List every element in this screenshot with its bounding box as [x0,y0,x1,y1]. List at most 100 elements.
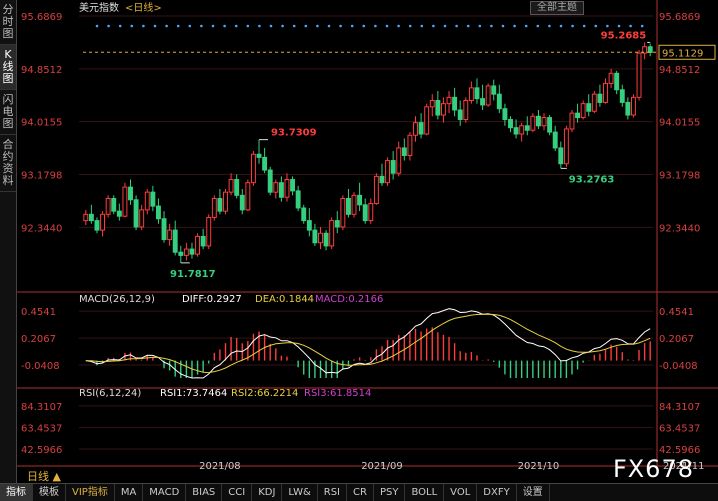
x-tick-label: 2021/09 [361,461,403,470]
signal-dot [455,24,458,28]
price-tick-left: 94.8512 [21,65,62,76]
signal-dot [582,24,586,28]
candle-body [318,232,323,244]
signal-dot [223,24,226,28]
signal-dot [258,24,261,28]
candle-body [228,179,234,193]
tab-kline[interactable]: K线图 [0,45,16,90]
signal-dot [420,24,424,28]
signal-dot [466,24,470,28]
tab-macd[interactable]: MACD [143,484,187,501]
signal-dot [548,24,551,28]
candle-body [357,194,363,206]
rsi3-label: RSI3:61.8514 [304,388,371,399]
signal-dot [559,24,563,28]
candle-body [563,128,569,165]
candle-body [83,213,89,222]
candle-body [463,100,469,120]
candle-body [519,125,525,135]
macd-label: MACD(26,12,9) [79,294,155,305]
period-button[interactable]: 日线 ▲ [17,470,61,483]
tab-indicators[interactable]: 指标 [0,484,33,501]
tab-psy[interactable]: PSY [374,484,406,501]
macd-dea-label: DEA:0.1844 [255,294,314,305]
tab-kdj[interactable]: KDJ [252,484,283,501]
candle-body [245,182,251,211]
tab-bias[interactable]: BIAS [186,484,223,501]
candle-body [150,191,156,207]
candle-body [116,210,122,217]
candle-body [496,93,502,110]
theme-button[interactable]: 全部主题 [530,1,584,15]
candle-body [373,175,379,205]
candle-body [379,175,385,184]
tab-flash[interactable]: 闪电图 [0,90,16,135]
candle-body [178,251,184,256]
tab-vip-indicators[interactable]: VIP指标 [66,484,115,501]
tab-cr[interactable]: CR [347,484,374,501]
candle-body [558,147,564,165]
candle-body [474,87,480,100]
candle-body [284,179,290,198]
candle-body [530,115,536,131]
signal-dot [397,24,400,28]
price-tick-left: 92.3440 [21,223,62,234]
rsi2-label: RSI2:66.2214 [231,388,298,399]
tab-contract[interactable]: 合约资料 [0,135,16,192]
candle-body [446,96,452,105]
candle-body [569,112,575,130]
rsi-tick-right: 84.3107 [659,402,700,413]
watermark: FX678 [612,455,694,483]
macd-tick-right: 0.2067 [659,334,694,345]
signal-dot [374,24,377,28]
macd-value-label: MACD:0.2166 [315,294,383,305]
tab-settings[interactable]: 设置 [517,484,550,501]
candle-body [345,197,351,215]
tab-dxfy[interactable]: DXFY [477,484,517,501]
price-tick-right: 92.3440 [659,223,700,234]
signal-dot [188,24,192,28]
candle-body [133,199,139,228]
tab-lw[interactable]: LW& [282,484,318,501]
signal-dot [524,24,528,28]
tab-rsi[interactable]: RSI [318,484,348,501]
signal-dot [501,24,505,28]
candle-body [351,194,357,215]
candle-body [608,72,614,84]
candle-body [88,213,94,222]
price-tick-left: 93.1798 [21,170,62,181]
signal-dot [234,24,238,28]
period-label: <日线> [125,1,162,14]
price-tick-right: 93.1798 [659,170,700,181]
candle-body [625,101,631,116]
signal-dot [118,24,122,28]
candle-body [491,85,497,95]
candle-body [452,96,458,111]
candle-body [508,118,513,129]
candle-body [468,87,474,102]
signal-dot [571,24,574,28]
tab-ma[interactable]: MA [115,484,144,501]
candle-body [301,207,307,222]
candle-body [262,156,268,171]
tab-boll[interactable]: BOLL [405,484,445,501]
tab-vol[interactable]: VOL [444,484,478,501]
tab-template[interactable]: 模板 [33,484,66,501]
candle-body [407,134,413,157]
rsi-tick-left: 63.4537 [21,423,62,434]
tab-cci[interactable]: CCI [222,484,253,501]
signal-dot [432,24,435,28]
signal-dot [130,24,134,28]
macd-diff-line [85,308,651,379]
candle-body [597,93,603,103]
candle-body [480,98,486,106]
rsi-tick-left: 42.5966 [21,445,62,456]
candle-body [223,191,228,212]
signal-dot [594,24,598,28]
candle-body [329,220,335,247]
chart-area: 美元指数 <日线> 95.6869 95.6869 94.8512 94.8512 94.0… [17,0,718,470]
signal-dot [536,24,540,28]
tab-timeshare[interactable]: 分时图 [0,0,16,45]
candle-body [200,235,206,247]
price-tick-right: 95.6869 [659,12,700,23]
